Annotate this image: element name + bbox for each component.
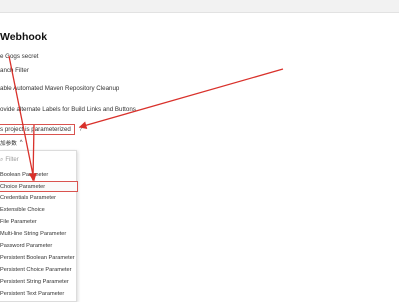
annotation-arrow-diagonal — [8, 55, 37, 182]
annotation-arrow-to-choice — [29, 124, 38, 182]
annotation-arrows — [8, 55, 284, 182]
annotation-arrow-long — [78, 68, 284, 129]
